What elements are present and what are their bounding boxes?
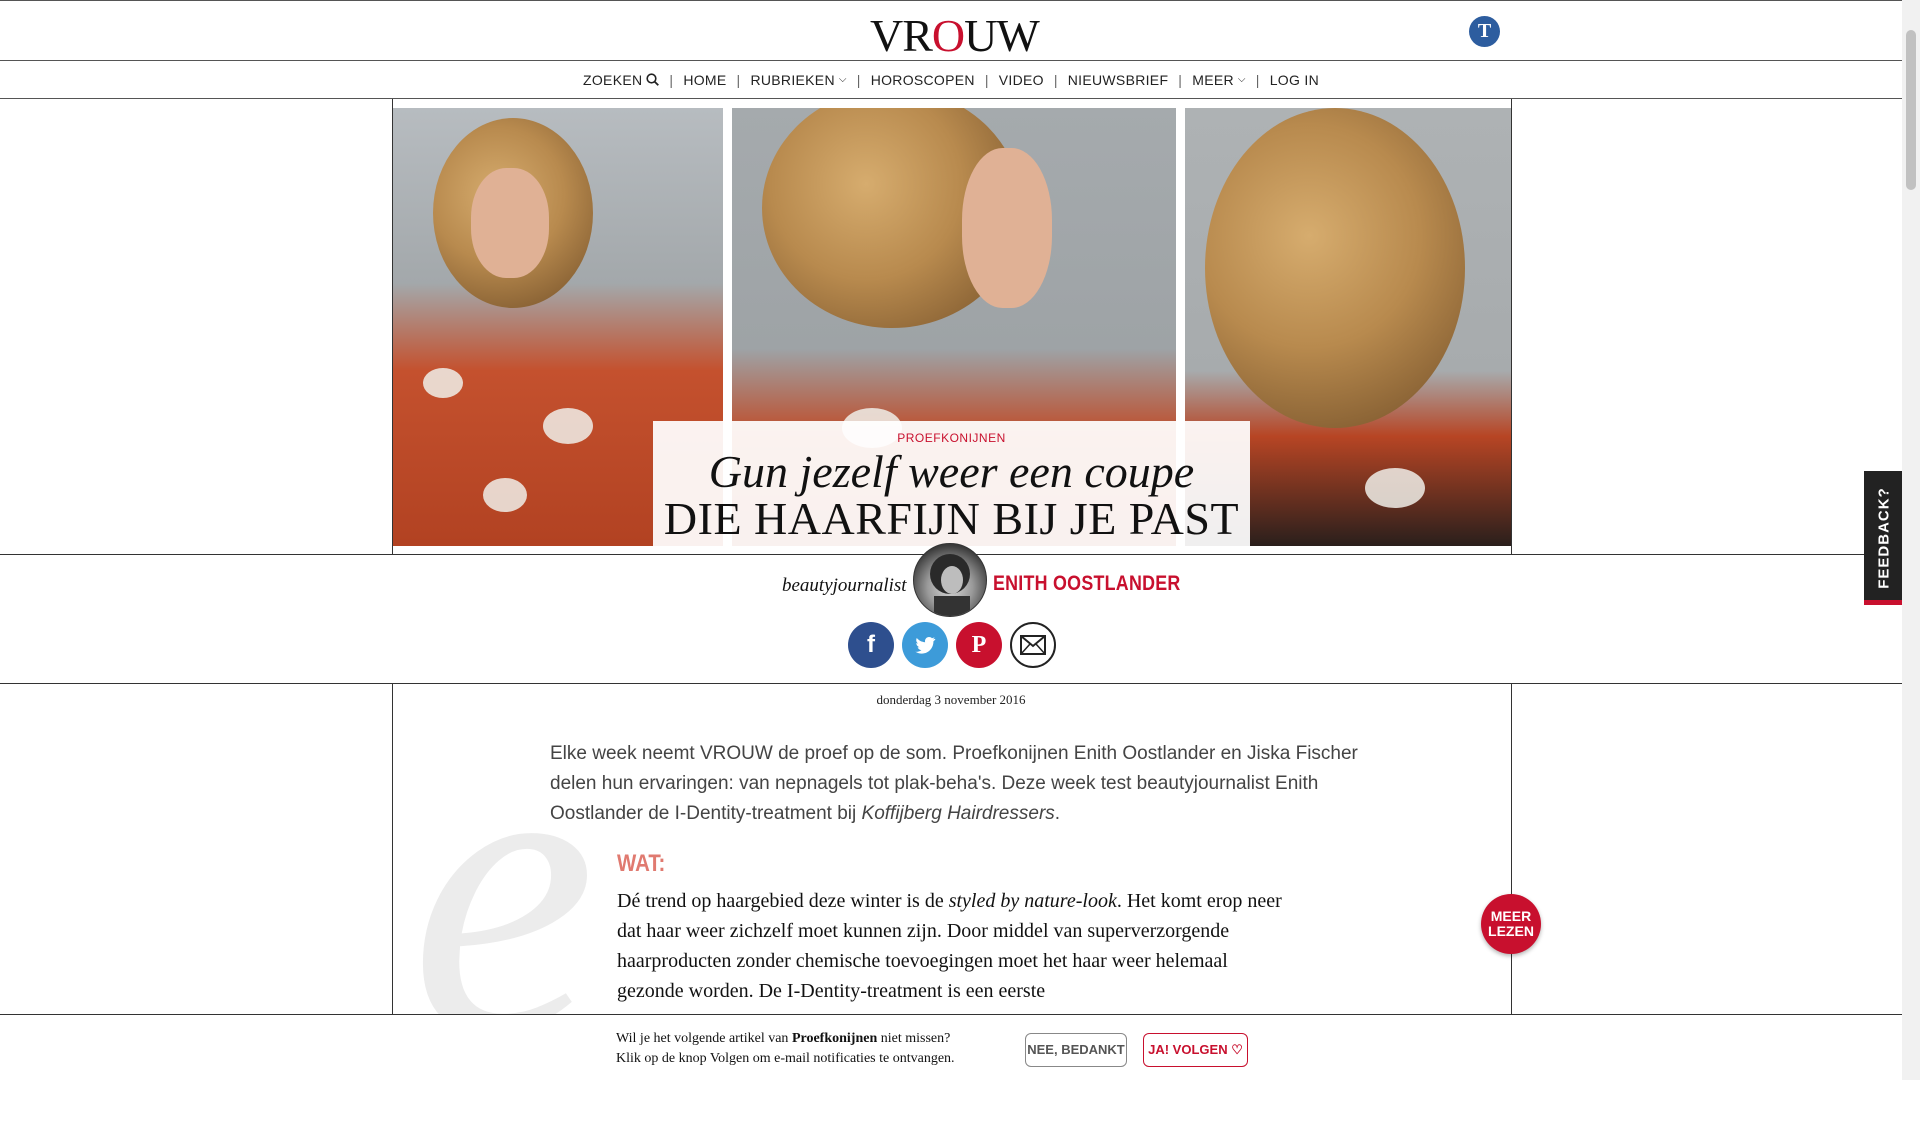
feedback-tab[interactable]: FEEDBACK? bbox=[1864, 471, 1904, 605]
hero-title-box: PROEFKONIJNEN Gun jezelf weer een coupe … bbox=[653, 421, 1250, 546]
email-icon bbox=[1020, 635, 1046, 655]
article-date: donderdag 3 november 2016 bbox=[876, 692, 1026, 707]
author-photo-icon bbox=[930, 554, 970, 616]
pinterest-share-button[interactable]: P bbox=[956, 622, 1002, 668]
telegraaf-logo-icon[interactable]: T bbox=[1469, 16, 1500, 47]
pinterest-icon: P bbox=[971, 632, 987, 658]
nav-item-meer[interactable]: MEER ⌵ bbox=[1182, 72, 1256, 88]
section-heading: WAT: bbox=[617, 850, 666, 877]
facebook-icon: f bbox=[867, 631, 875, 658]
chevron-down-icon: ⌵ bbox=[1237, 74, 1246, 85]
nav-item-zoeken[interactable]: ZOEKEN bbox=[573, 72, 669, 88]
site-header: VROUW T bbox=[0, 0, 1902, 61]
vrouw-logo[interactable]: VROUW bbox=[870, 9, 1040, 62]
nav-item-rubrieken[interactable]: RUBRIEKEN ⌵ bbox=[740, 72, 856, 88]
main-nav: ZOEKEN | HOME | RUBRIEKEN ⌵ | HOROSCOPEN … bbox=[0, 61, 1902, 99]
avatar bbox=[913, 543, 987, 617]
article-category[interactable]: PROEFKONIJNEN bbox=[653, 431, 1250, 445]
scrollbar-thumb[interactable] bbox=[1906, 30, 1916, 190]
article-title-line1: Gun jezelf weer een coupe bbox=[708, 446, 1195, 497]
author-role: beautyjournalist bbox=[782, 575, 907, 596]
follow-button[interactable]: JA! VOLGEN ♡ bbox=[1143, 1033, 1248, 1067]
salon-link[interactable]: Koffijberg Hairdressers bbox=[862, 803, 1055, 824]
email-share-button[interactable] bbox=[1010, 622, 1056, 668]
nav-item-nieuwsbrief[interactable]: NIEUWSBRIEF bbox=[1058, 72, 1179, 88]
author-name[interactable]: ENITH OOSTLANDER bbox=[993, 572, 1181, 596]
search-icon bbox=[646, 73, 660, 86]
facebook-share-button[interactable]: f bbox=[848, 622, 894, 668]
article-body: Dé trend op haargebied deze winter is de… bbox=[617, 890, 1282, 1002]
twitter-share-button[interactable] bbox=[902, 622, 948, 668]
meer-lezen-button[interactable]: MEER LEZEN bbox=[1481, 894, 1541, 954]
article-intro: Elke week neemt VROUW de proef op de som… bbox=[550, 743, 1358, 824]
nav-item-log-in[interactable]: LOG IN bbox=[1260, 72, 1329, 88]
nav-item-horoscopen[interactable]: HOROSCOPEN bbox=[861, 72, 985, 88]
twitter-icon bbox=[915, 636, 936, 654]
scrollbar[interactable] bbox=[1902, 0, 1920, 1080]
nav-item-video[interactable]: VIDEO bbox=[989, 72, 1054, 88]
chevron-down-icon: ⌵ bbox=[838, 74, 847, 85]
article-title-line2: DIE HAARFIJN BIJ JE PAST bbox=[663, 493, 1240, 544]
follow-prompt: Wil je het volgende artikel van Proefkon… bbox=[616, 1031, 955, 1066]
nav-item-home[interactable]: HOME bbox=[673, 72, 736, 88]
decline-follow-button[interactable]: NEE, BEDANKT bbox=[1025, 1033, 1127, 1067]
